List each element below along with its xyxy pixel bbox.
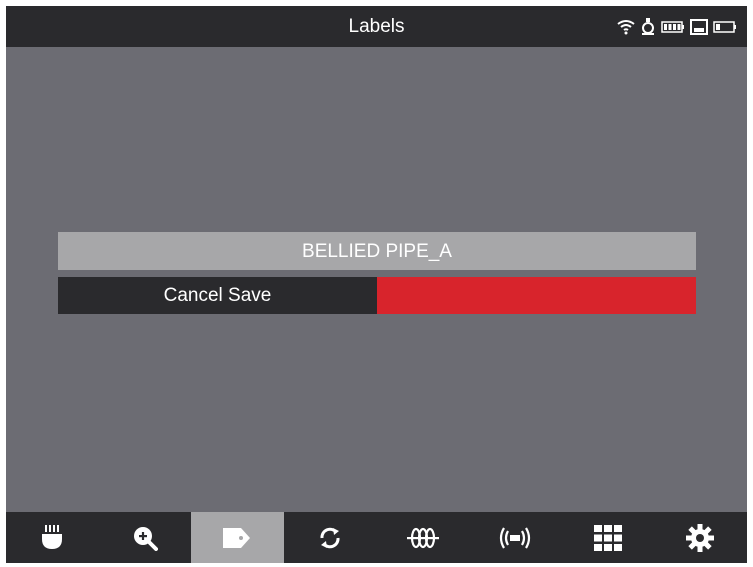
nav-labels[interactable] xyxy=(191,512,284,563)
title-bar: Labels xyxy=(6,6,747,47)
coil-icon xyxy=(406,527,440,549)
nav-sonde[interactable] xyxy=(469,512,562,563)
red-action-button[interactable] xyxy=(377,277,696,314)
nav-rotate[interactable] xyxy=(284,512,377,563)
sonde-transmit-icon xyxy=(497,525,533,551)
rotate-icon xyxy=(317,525,343,551)
device-screen: Labels BELLIED PIPE_A Cancel Save xyxy=(6,6,747,563)
camera-head-icon xyxy=(41,524,63,551)
sonde-icon xyxy=(640,18,656,36)
nav-zoom-in[interactable] xyxy=(99,512,192,563)
nav-grid[interactable] xyxy=(562,512,655,563)
label-action-row: Cancel Save xyxy=(58,277,696,314)
cancel-save-button[interactable]: Cancel Save xyxy=(58,277,377,314)
zoom-in-icon xyxy=(132,525,158,551)
nav-coil[interactable] xyxy=(376,512,469,563)
status-icons xyxy=(617,18,737,36)
battery-outline-icon xyxy=(713,20,737,34)
save-card-icon xyxy=(690,19,708,35)
wifi-icon xyxy=(617,19,635,35)
bottom-nav xyxy=(6,512,747,563)
tag-icon xyxy=(222,526,252,550)
settings-gear-icon xyxy=(686,523,715,552)
grid-icon xyxy=(593,524,622,551)
nav-settings[interactable] xyxy=(654,512,747,563)
nav-camera-head[interactable] xyxy=(6,512,99,563)
battery-icon xyxy=(661,20,685,34)
label-text-field[interactable]: BELLIED PIPE_A xyxy=(58,232,696,270)
